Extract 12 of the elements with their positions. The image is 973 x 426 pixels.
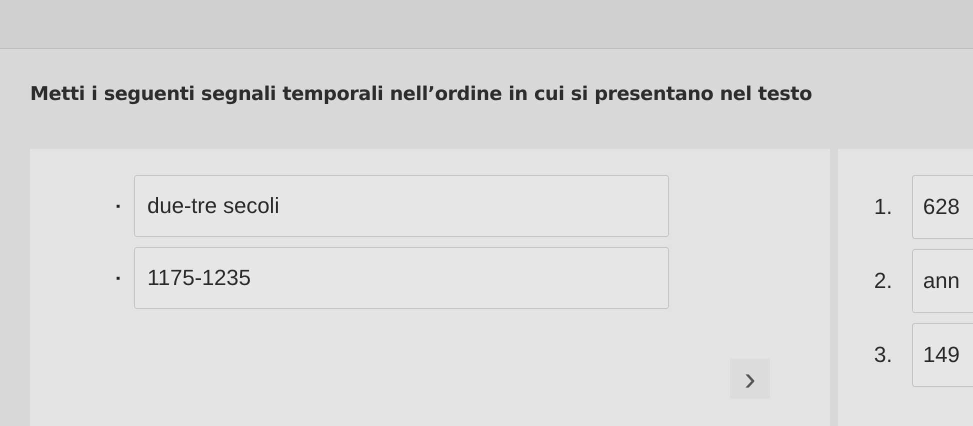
answer-slot[interactable]: ann — [912, 249, 973, 313]
slot-number: 3. — [874, 342, 894, 368]
slot-number: 2. — [874, 268, 894, 294]
bullet-marker: ▪ — [116, 271, 120, 285]
next-button[interactable]: › — [730, 359, 770, 399]
draggable-card[interactable]: 1175-1235 — [134, 247, 670, 309]
answer-slot[interactable]: 628 — [912, 175, 973, 239]
answer-slot[interactable]: 149 — [912, 323, 973, 387]
draggable-card[interactable]: due-tre secoli — [134, 175, 670, 237]
instruction-text: Metti i seguenti segnali temporali nell’ordine in cui si presentano nel testo — [29, 82, 813, 105]
slot-number: 1. — [874, 194, 894, 220]
bullet-marker: ▪ — [116, 199, 120, 213]
